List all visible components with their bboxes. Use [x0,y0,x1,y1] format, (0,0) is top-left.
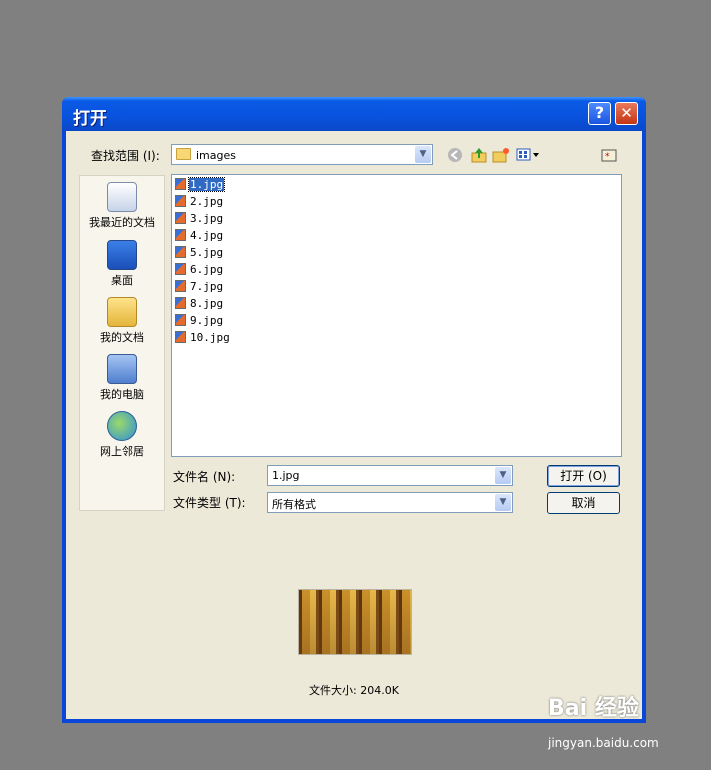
desktop-shortcut-icon[interactable]: * [600,147,618,163]
cancel-button[interactable]: 取消 [547,492,620,514]
close-button[interactable]: ✕ [615,102,638,125]
up-folder-icon[interactable] [470,147,488,163]
list-item[interactable]: 9.jpg [175,313,224,329]
dialog-body: 查找范围 (I): images ▼ * 我最近的文档 桌面 我的文档 我的电脑… [66,131,642,719]
title-bar[interactable]: 打开 ? ✕ [62,97,646,131]
image-file-icon [175,297,186,309]
filetype-value: 所有格式 [272,498,316,511]
places-bar: 我最近的文档 桌面 我的文档 我的电脑 网上邻居 [79,175,165,511]
list-item[interactable]: 2.jpg [175,194,224,210]
image-file-icon [175,212,186,224]
place-label: 我最近的文档 [89,216,155,229]
image-preview [298,589,412,655]
open-dialog: 打开 ? ✕ 查找范围 (I): images ▼ * 我最近的文档 桌面 我的… [62,97,646,723]
place-label: 我的文档 [100,331,144,344]
place-label: 我的电脑 [100,388,144,401]
list-item[interactable]: 1.jpg [175,177,226,193]
image-file-icon [175,314,186,326]
chevron-down-icon[interactable]: ▼ [495,467,511,484]
filename-field[interactable]: 1.jpg ▼ [267,465,513,486]
image-file-icon [175,246,186,258]
watermark-logo: Bai 经验 [548,696,639,721]
list-item[interactable]: 3.jpg [175,211,224,227]
recent-documents-icon [107,182,137,212]
watermark-url: jingyan.baidu.com [548,736,659,750]
help-button[interactable]: ? [588,102,611,125]
image-file-icon [175,178,186,190]
image-file-icon [175,331,186,343]
list-item[interactable]: 6.jpg [175,262,224,278]
back-icon[interactable] [446,147,464,163]
file-list[interactable]: 1.jpg 2.jpg 3.jpg 4.jpg 5.jpg 6.jpg 7.jp… [171,174,622,457]
place-network[interactable]: 网上邻居 [80,411,164,459]
lookin-dropdown[interactable]: images ▼ [171,144,433,165]
image-file-icon [175,280,186,292]
image-file-icon [175,229,186,241]
help-icon: ? [594,103,605,122]
list-item[interactable]: 8.jpg [175,296,224,312]
list-item[interactable]: 4.jpg [175,228,224,244]
place-label: 桌面 [111,274,133,287]
chevron-down-icon[interactable]: ▼ [495,494,511,511]
place-my-documents[interactable]: 我的文档 [80,297,164,345]
place-recent-documents[interactable]: 我最近的文档 [80,182,164,230]
list-item[interactable]: 7.jpg [175,279,224,295]
my-documents-icon [107,297,137,327]
chevron-down-icon[interactable]: ▼ [415,146,431,163]
view-menu-icon[interactable] [516,147,542,163]
lookin-label: 查找范围 (I): [91,149,160,163]
desktop-icon [107,240,137,270]
filename-label: 文件名 (N): [173,470,236,484]
filename-value: 1.jpg [272,469,300,482]
list-item[interactable]: 10.jpg [175,330,231,346]
place-my-computer[interactable]: 我的电脑 [80,354,164,402]
folder-icon [176,148,191,160]
lookin-value: images [196,149,236,162]
new-folder-icon[interactable] [492,147,510,163]
my-computer-icon [107,354,137,384]
filetype-label: 文件类型 (T): [173,496,246,510]
filetype-dropdown[interactable]: 所有格式 ▼ [267,492,513,513]
place-label: 网上邻居 [100,445,144,458]
close-icon: ✕ [620,104,633,122]
place-desktop[interactable]: 桌面 [80,240,164,288]
network-places-icon [107,411,137,441]
image-file-icon [175,195,186,207]
list-item[interactable]: 5.jpg [175,245,224,261]
image-file-icon [175,263,186,275]
open-button[interactable]: 打开 (O) [547,465,620,487]
window-title: 打开 [73,109,107,129]
svg-text:*: * [605,152,610,162]
